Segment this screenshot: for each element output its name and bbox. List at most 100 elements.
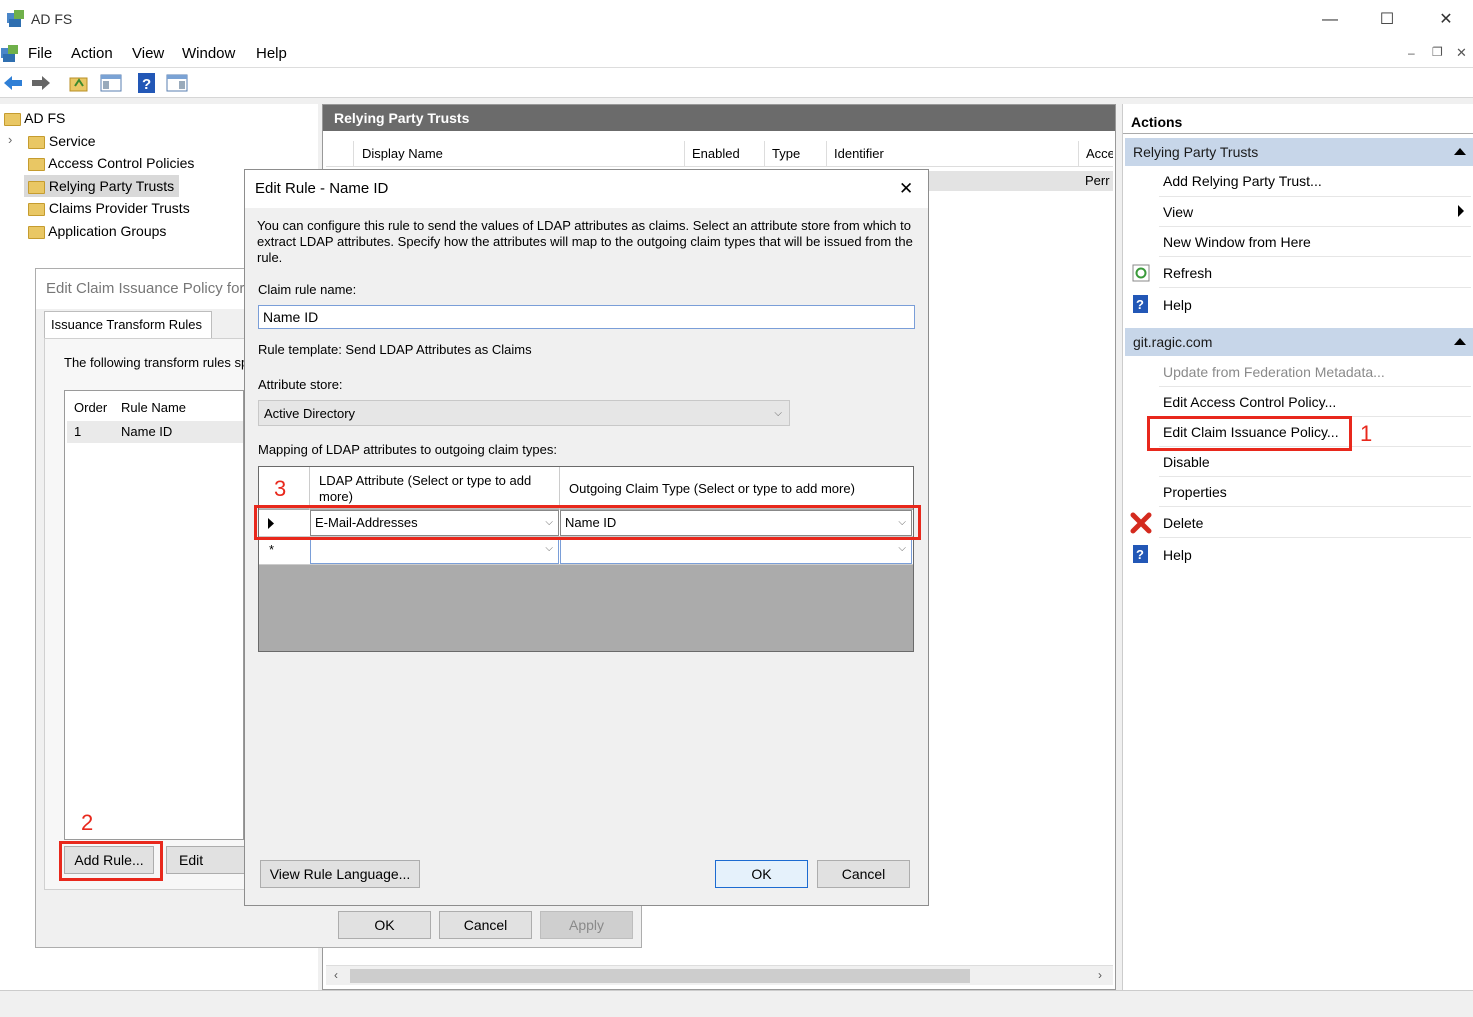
expand-chevron-icon[interactable]: ›	[8, 132, 12, 147]
divider	[1159, 287, 1471, 288]
help-icon: ?	[1133, 545, 1148, 563]
annotation-number-3: 3	[274, 476, 287, 501]
tree-item-claims-provider-trusts[interactable]: Claims Provider Trusts	[28, 197, 190, 219]
tree-item-application-groups[interactable]: Application Groups	[28, 220, 166, 242]
tree-item-relying-party-trusts[interactable]: Relying Party Trusts	[24, 175, 180, 197]
table-row[interactable]: 1 Name ID	[67, 421, 243, 443]
column-header-access[interactable]: Acce	[1079, 141, 1113, 167]
rule-template-text: Rule template: Send LDAP Attributes as C…	[258, 342, 532, 357]
toolbar: ?	[0, 68, 1473, 98]
column-header-outgoing-claim-type[interactable]: Outgoing Claim Type (Select or type to a…	[569, 481, 909, 496]
action-new-window-from-here[interactable]: New Window from Here	[1163, 230, 1311, 254]
chevron-down-icon: ⌵	[898, 543, 906, 554]
close-window-button[interactable]: ✕	[1431, 8, 1461, 32]
back-arrow-icon[interactable]	[2, 72, 24, 94]
help-icon[interactable]: ?	[136, 72, 158, 94]
maximize-button[interactable]: ☐	[1372, 8, 1402, 32]
column-header-ldap-attribute[interactable]: LDAP Attribute (Select or type to add mo…	[319, 473, 549, 505]
cancel-button[interactable]: Cancel	[439, 911, 532, 939]
action-help-item[interactable]: Help	[1163, 543, 1192, 567]
action-help[interactable]: Help	[1163, 293, 1192, 317]
svg-text:?: ?	[1136, 297, 1144, 312]
cancel-button[interactable]: Cancel	[817, 860, 910, 888]
divider	[1159, 506, 1471, 507]
ok-button[interactable]: OK	[715, 860, 808, 888]
column-header-rule-name[interactable]: Rule Name	[121, 400, 186, 415]
claim-rule-name-input[interactable]: Name ID	[258, 305, 915, 329]
action-delete[interactable]: Delete	[1163, 511, 1203, 535]
horizontal-scrollbar[interactable]: ‹ ›	[326, 965, 1113, 985]
new-outgoing-claim-type-combo[interactable]: ⌵	[560, 538, 912, 564]
action-edit-access-control-policy[interactable]: Edit Access Control Policy...	[1163, 390, 1336, 414]
menu-file[interactable]: File	[28, 45, 52, 62]
annotation-number-2: 2	[81, 810, 94, 835]
tree-item-label: Application Groups	[48, 223, 167, 239]
dialog-close-icon[interactable]: ✕	[899, 179, 913, 199]
attribute-store-value: Active Directory	[264, 406, 356, 421]
forward-arrow-icon[interactable]	[30, 72, 52, 94]
rules-intro-text: The following transform rules sp	[64, 355, 249, 370]
edit-rule-button[interactable]: Edit Rule...	[166, 846, 246, 874]
menu-window[interactable]: Window	[182, 45, 235, 62]
minimize-button[interactable]: —	[1315, 8, 1345, 32]
action-properties[interactable]: Properties	[1163, 480, 1227, 504]
highlight-box-mapping-row	[254, 505, 921, 540]
scroll-thumb[interactable]	[350, 969, 970, 983]
show-hide-tree-icon[interactable]	[100, 72, 122, 94]
up-folder-icon[interactable]	[68, 72, 90, 94]
column-header-display-name[interactable]: Display Name	[355, 141, 685, 167]
collapse-triangle-icon[interactable]	[1454, 338, 1466, 345]
scroll-left-icon[interactable]: ‹	[334, 968, 338, 982]
actions-section-relying-party-trusts[interactable]: Relying Party Trusts	[1125, 138, 1473, 166]
rule-name: Name ID	[121, 424, 173, 439]
apply-button: Apply	[540, 911, 633, 939]
column-header-order[interactable]: Order	[74, 400, 107, 415]
tree-item-label: Relying Party Trusts	[48, 178, 175, 194]
column-header-identifier[interactable]: Identifier	[827, 141, 1079, 167]
tree-item-label: Access Control Policies	[48, 155, 195, 171]
show-hide-action-pane-icon[interactable]	[166, 72, 188, 94]
action-disable[interactable]: Disable	[1163, 450, 1210, 474]
svg-text:?: ?	[1136, 547, 1144, 562]
mdi-minimize-button[interactable]: –	[1408, 46, 1415, 60]
column-header-enabled[interactable]: Enabled	[685, 141, 765, 167]
action-refresh[interactable]: Refresh	[1163, 261, 1212, 285]
attribute-store-dropdown[interactable]: Active Directory ⌵	[258, 400, 790, 426]
highlight-box-add-rule	[59, 841, 163, 881]
view-rule-language-button[interactable]: View Rule Language...	[260, 860, 420, 888]
svg-text:?: ?	[142, 76, 151, 93]
section-label: Relying Party Trusts	[1133, 144, 1259, 160]
actions-section-git-ragic-com[interactable]: git.ragic.com	[1125, 328, 1473, 356]
new-row[interactable]: * ⌵ ⌵	[259, 538, 913, 565]
action-view[interactable]: View	[1163, 200, 1193, 224]
rule-description: You can configure this rule to send the …	[257, 218, 913, 265]
tree-item-access-control-policies[interactable]: Access Control Policies	[28, 152, 194, 174]
rules-list[interactable]: Order Rule Name 1 Name ID	[64, 390, 244, 840]
folder-icon	[28, 225, 45, 239]
tab-issuance-transform-rules[interactable]: Issuance Transform Rules	[44, 311, 212, 339]
mapping-label: Mapping of LDAP attributes to outgoing c…	[258, 442, 557, 457]
tree-root-adfs[interactable]: AD FS	[4, 107, 65, 129]
mdi-close-button[interactable]: ✕	[1456, 45, 1467, 61]
menu-view[interactable]: View	[132, 45, 164, 62]
help-icon: ?	[1133, 295, 1148, 313]
action-add-relying-party-trust[interactable]: Add Relying Party Trust...	[1163, 169, 1322, 193]
action-update-from-federation-metadata[interactable]: Update from Federation Metadata...	[1163, 360, 1385, 384]
menu-help[interactable]: Help	[256, 45, 287, 62]
ldap-mapping-grid[interactable]: LDAP Attribute (Select or type to add mo…	[258, 466, 914, 652]
scroll-right-icon[interactable]: ›	[1098, 968, 1102, 982]
mdi-restore-button[interactable]: ❐	[1432, 45, 1443, 59]
adfs-app-icon	[7, 10, 24, 27]
collapse-triangle-icon[interactable]	[1454, 148, 1466, 155]
column-header-type[interactable]: Type	[765, 141, 827, 167]
menu-bar: File Action View Window Help – ❐ ✕	[0, 40, 1473, 68]
new-ldap-attribute-combo[interactable]: ⌵	[310, 538, 559, 564]
tree-item-service[interactable]: Service	[28, 130, 96, 152]
column-header-blank	[326, 141, 354, 167]
ok-button[interactable]: OK	[338, 911, 431, 939]
menu-action[interactable]: Action	[71, 45, 113, 62]
divider	[1159, 537, 1471, 538]
row-access-partial: Perr	[1085, 173, 1110, 188]
pane-header: Relying Party Trusts	[323, 105, 1115, 131]
actions-pane: Actions Relying Party Trusts Add Relying…	[1122, 104, 1473, 990]
